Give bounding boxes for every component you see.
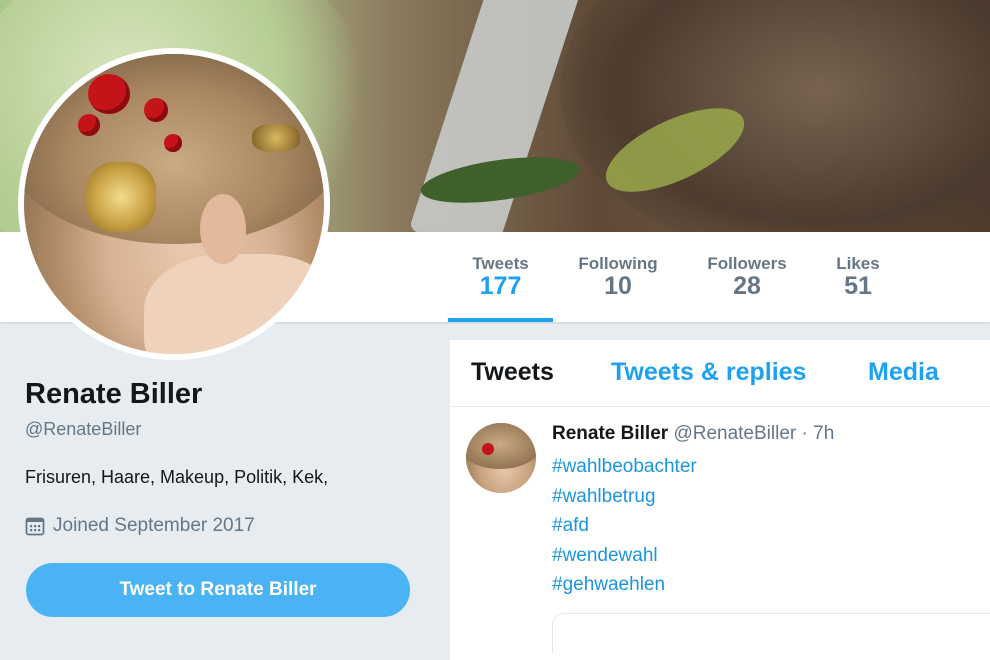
stat-following[interactable]: Following 10 xyxy=(568,232,668,322)
tweet-avatar[interactable] xyxy=(466,423,536,493)
tab-tweets-replies[interactable]: Tweets & replies xyxy=(611,358,806,387)
joined-date: Joined September 2017 xyxy=(53,515,255,536)
stat-following-count: 10 xyxy=(604,272,632,300)
tweet-to-button[interactable]: Tweet to Renate Biller xyxy=(26,563,410,617)
hashtag-link[interactable]: #wahlbetrug xyxy=(552,482,697,512)
hashtag-link[interactable]: #wendewahl xyxy=(552,541,697,571)
hashtag-link[interactable]: #gehwaehlen xyxy=(552,570,697,600)
stat-likes-count: 51 xyxy=(844,272,872,300)
tweet-handle[interactable]: @RenateBiller xyxy=(673,423,796,444)
tweet-author[interactable]: Renate Biller xyxy=(552,423,668,444)
profile-bio: Frisuren, Haare, Makeup, Politik, Kek, xyxy=(25,467,329,487)
tab-media[interactable]: Media xyxy=(868,358,939,387)
hashtag-link[interactable]: #wahlbeobachter xyxy=(552,452,697,482)
stat-followers-count: 28 xyxy=(733,272,761,300)
stat-tweets-label: Tweets xyxy=(472,254,529,273)
stat-followers[interactable]: Followers 28 xyxy=(697,232,797,322)
tab-tweets[interactable]: Tweets xyxy=(471,358,554,387)
avatar-image xyxy=(24,54,324,354)
calendar-icon xyxy=(25,516,45,536)
profile-avatar[interactable] xyxy=(18,48,330,360)
tweet[interactable]: Renate Biller @RenateBiller · 7h #wahlbe… xyxy=(450,407,990,660)
timeline: Tweets Tweets & replies Media Renate Bil… xyxy=(450,340,990,660)
tweet-timestamp[interactable]: · 7h xyxy=(802,423,835,444)
timeline-tabs: Tweets Tweets & replies Media xyxy=(450,340,990,407)
hashtag-link[interactable]: #afd xyxy=(552,511,697,541)
stat-following-label: Following xyxy=(578,254,658,273)
stat-tweets[interactable]: Tweets 177 xyxy=(448,232,553,322)
tweet-text: #wahlbeobachter #wahlbetrug #afd #wendew… xyxy=(552,452,697,600)
profile-handle[interactable]: @RenateBiller xyxy=(25,419,141,440)
stat-likes[interactable]: Likes 51 xyxy=(822,232,894,322)
stat-tweets-count: 177 xyxy=(479,272,522,300)
stat-likes-label: Likes xyxy=(836,254,880,273)
profile-name: Renate Biller xyxy=(25,378,203,410)
tweet-card[interactable] xyxy=(552,613,990,654)
tweet-header: Renate Biller @RenateBiller · 7h xyxy=(552,423,834,445)
stat-followers-label: Followers xyxy=(707,254,787,273)
profile-joined: Joined September 2017 xyxy=(25,515,255,537)
